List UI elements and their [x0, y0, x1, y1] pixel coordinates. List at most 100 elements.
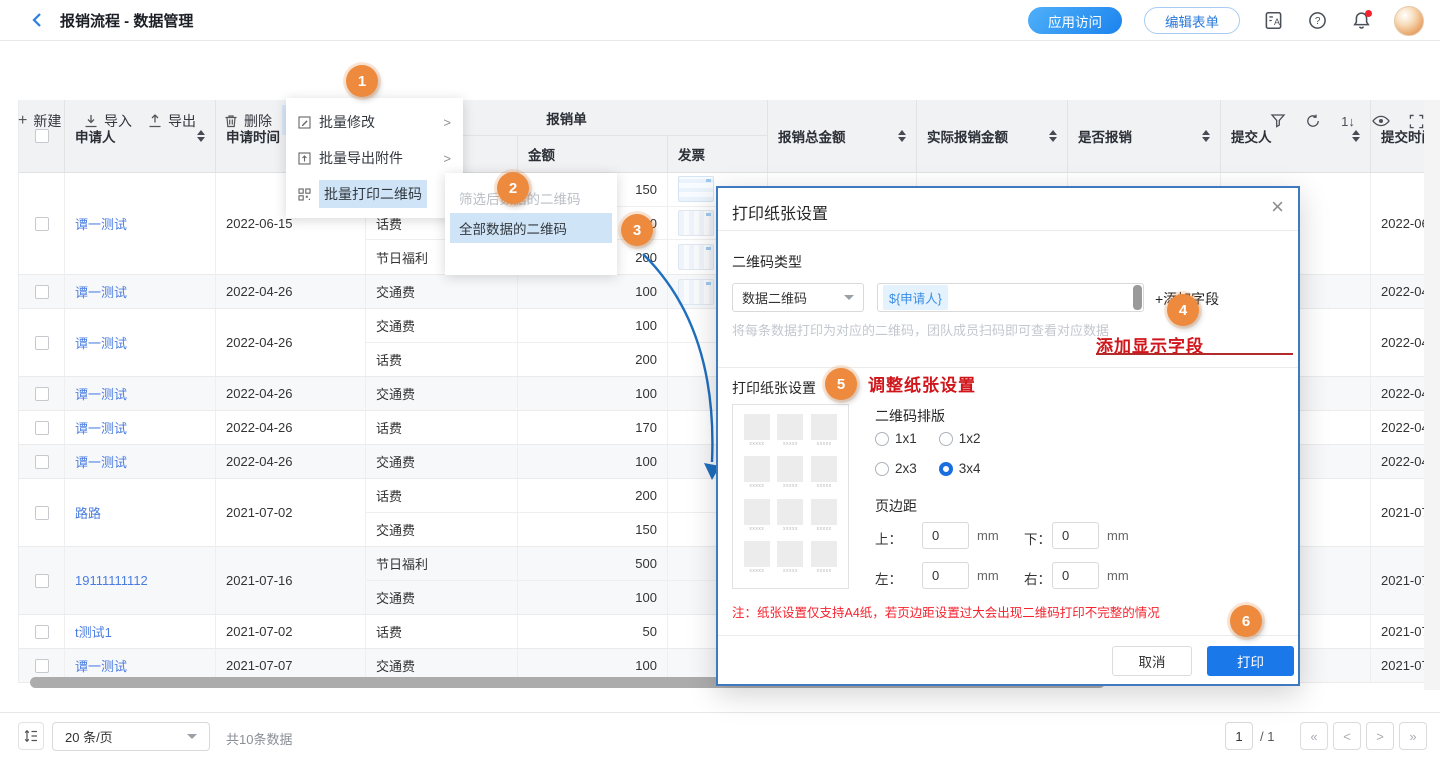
edit-form-button[interactable]: 编辑表单	[1144, 7, 1240, 34]
applicant-link[interactable]: 谭一测试	[75, 452, 127, 471]
page-number-input[interactable]	[1225, 722, 1253, 750]
margin-left-input[interactable]	[922, 562, 969, 589]
margin-top-label: 上：	[875, 528, 902, 548]
applicant-link[interactable]: 谭一测试	[75, 384, 127, 403]
submenu-item-filtered-qr[interactable]: 筛选后数据的二维码	[445, 183, 617, 213]
sort-arrows-icon[interactable]	[1352, 130, 1360, 142]
first-page-button[interactable]: «	[1300, 722, 1328, 750]
menu-item-batch-edit[interactable]: 批量修改 >	[286, 104, 463, 140]
invoice-thumbnail[interactable]	[678, 244, 714, 270]
notification-dot	[1365, 10, 1372, 17]
row-checkbox[interactable]	[35, 285, 49, 299]
row-checkbox[interactable]	[35, 455, 49, 469]
qr-fields-input[interactable]: ${申请人}	[877, 283, 1144, 312]
radio-icon	[875, 432, 889, 446]
row-checkbox[interactable]	[35, 336, 49, 350]
header-total[interactable]: 报销总金额	[768, 100, 917, 172]
radio-3x4[interactable]: 3x4	[939, 461, 981, 476]
sort-arrows-icon[interactable]	[1202, 130, 1210, 142]
prev-page-button[interactable]: <	[1333, 722, 1361, 750]
print-qr-submenu: 筛选后数据的二维码 全部数据的二维码	[445, 173, 617, 275]
cancel-button[interactable]: 取消	[1112, 646, 1192, 676]
annotation-underline	[1096, 353, 1293, 355]
margin-bottom-input[interactable]	[1052, 522, 1099, 549]
sort-arrows-icon[interactable]	[1049, 130, 1057, 142]
chevron-down-icon	[844, 295, 854, 300]
applicant-link[interactable]: 路路	[75, 503, 101, 522]
header-amount[interactable]: 金额	[518, 136, 668, 172]
step-badge-1: 1	[346, 65, 378, 97]
last-page-button[interactable]: »	[1399, 722, 1427, 750]
next-page-button[interactable]: >	[1366, 722, 1394, 750]
trash-icon	[224, 114, 238, 128]
row-checkbox[interactable]	[35, 625, 49, 639]
new-button[interactable]: + 新建	[18, 107, 61, 135]
row-checkbox[interactable]	[35, 506, 49, 520]
margin-bottom-label: 下：	[1024, 528, 1051, 548]
applicant-link[interactable]: 谭一测试	[75, 656, 127, 675]
row-checkbox[interactable]	[35, 217, 49, 231]
row-checkbox[interactable]	[35, 387, 49, 401]
export-icon	[148, 114, 162, 128]
notification-bell-icon[interactable]	[1350, 10, 1372, 32]
applicant-link[interactable]: 谭一测试	[75, 418, 127, 437]
sort-icon[interactable]: 1↓	[1338, 111, 1358, 131]
qr-placeholder	[811, 499, 837, 525]
fullscreen-icon[interactable]	[1406, 111, 1426, 131]
margin-top-input[interactable]	[922, 522, 969, 549]
paper-section-title: 打印纸张设置	[732, 378, 816, 398]
menu-item-batch-print-qr[interactable]: 批量打印二维码	[286, 176, 463, 212]
header-actual[interactable]: 实际报销金额	[917, 100, 1068, 172]
radio-2x3[interactable]: 2x3	[875, 461, 917, 476]
print-button[interactable]: 打印	[1207, 646, 1294, 676]
filter-icon[interactable]	[1268, 111, 1288, 131]
applicant-link[interactable]: t测试1	[75, 622, 112, 641]
back-button[interactable]	[30, 12, 46, 28]
chevron-left-icon	[30, 12, 46, 28]
header-invoice[interactable]: 发票	[668, 136, 768, 172]
applicant-link[interactable]: 谭一测试	[75, 282, 127, 301]
user-avatar[interactable]	[1394, 6, 1424, 36]
top-bar: 报销流程 - 数据管理 应用访问 编辑表单 A ?	[0, 0, 1440, 41]
page-size-select[interactable]: 20 条/页	[52, 722, 210, 751]
close-icon[interactable]: ×	[1271, 194, 1284, 220]
invoice-thumbnail[interactable]	[678, 279, 714, 305]
help-icon[interactable]: ?	[1306, 10, 1328, 32]
header-reimbursed[interactable]: 是否报销	[1068, 100, 1221, 172]
input-scrollbar-thumb[interactable]	[1133, 285, 1142, 310]
app-window: 报销流程 - 数据管理 应用访问 编辑表单 A ? + 新建 导入	[0, 0, 1440, 757]
vertical-scrollbar-track[interactable]	[1424, 100, 1440, 690]
edit-icon	[298, 116, 311, 129]
row-checkbox[interactable]	[35, 659, 49, 673]
invoice-thumbnail[interactable]	[678, 176, 714, 202]
margin-right-input[interactable]	[1052, 562, 1099, 589]
applicant-link[interactable]: 19111111112	[75, 573, 148, 588]
row-checkbox[interactable]	[35, 574, 49, 588]
step-badge-6: 6	[1230, 605, 1262, 637]
dictionary-icon[interactable]: A	[1262, 10, 1284, 32]
field-chip[interactable]: ${申请人}	[883, 285, 948, 310]
svg-text:?: ?	[1314, 16, 1320, 27]
menu-item-batch-export-attachments[interactable]: 批量导出附件 >	[286, 140, 463, 176]
applicant-link[interactable]: 谭一测试	[75, 214, 127, 233]
paper-note: 注：纸张设置仅支持A4纸，若页边距设置过大会出现二维码打印不完整的情况	[732, 602, 1160, 621]
row-checkbox[interactable]	[35, 421, 49, 435]
invoice-thumbnail[interactable]	[678, 210, 714, 236]
qr-placeholder	[744, 541, 770, 567]
refresh-icon[interactable]	[1303, 111, 1323, 131]
import-button[interactable]: 导入	[84, 107, 132, 135]
sort-arrows-icon[interactable]	[197, 130, 205, 142]
sort-arrows-icon[interactable]	[898, 130, 906, 142]
app-access-button[interactable]: 应用访问	[1028, 7, 1122, 34]
row-height-button[interactable]	[18, 722, 44, 750]
radio-1x2[interactable]: 1x2	[939, 431, 981, 446]
qr-placeholder	[777, 456, 803, 482]
visibility-icon[interactable]	[1371, 111, 1391, 131]
delete-button[interactable]: 删除	[224, 107, 272, 135]
qr-type-select[interactable]: 数据二维码	[732, 283, 864, 312]
radio-1x1[interactable]: 1x1	[875, 431, 917, 446]
submenu-item-all-qr[interactable]: 全部数据的二维码	[450, 213, 612, 243]
export-button[interactable]: 导出	[148, 107, 196, 135]
margin-left-label: 左：	[875, 568, 902, 588]
applicant-link[interactable]: 谭一测试	[75, 333, 127, 352]
